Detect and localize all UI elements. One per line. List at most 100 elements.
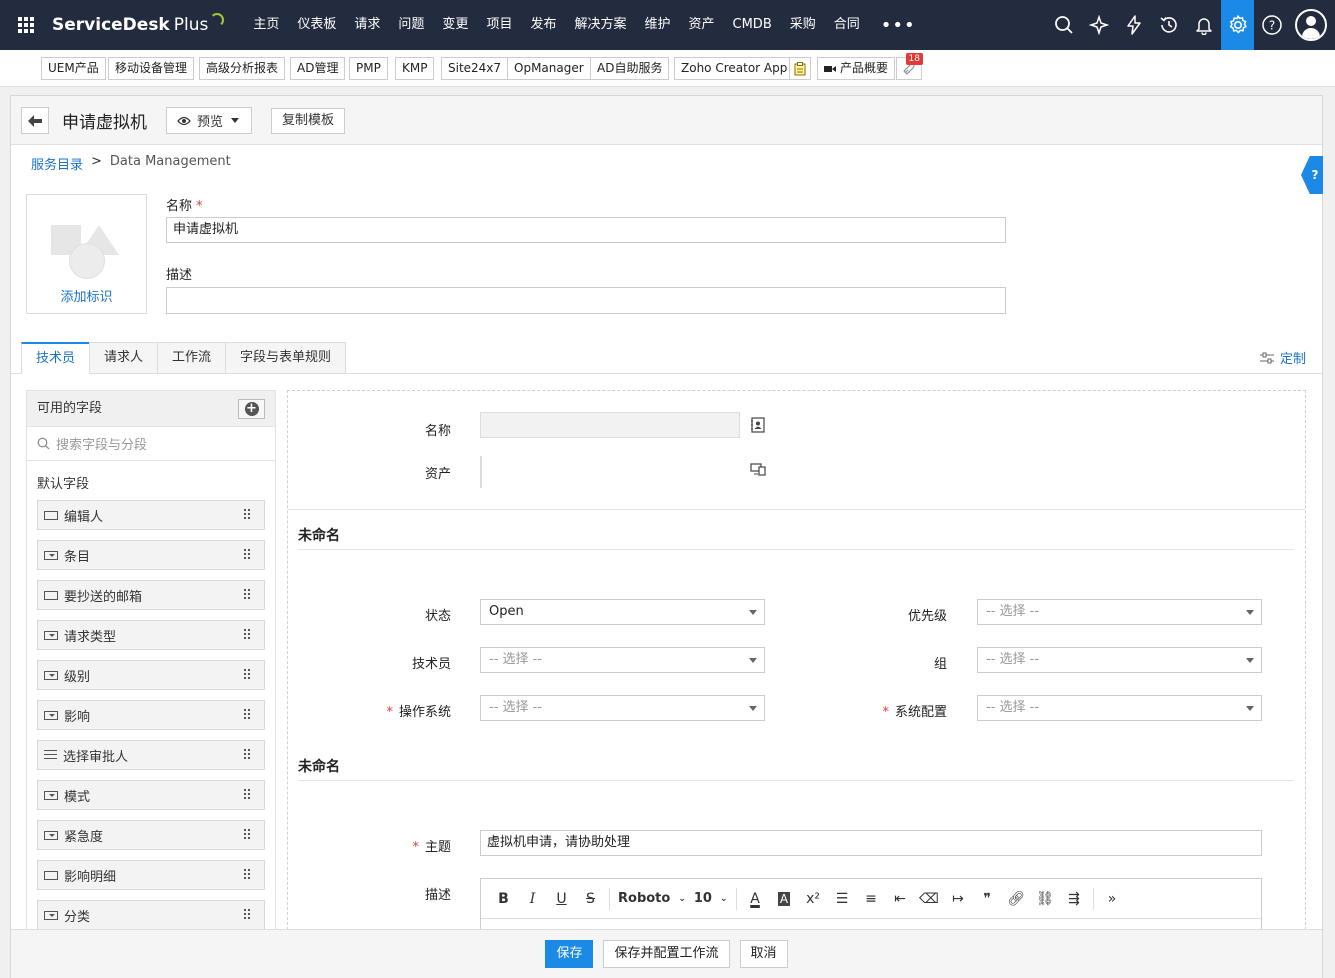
quote-icon[interactable]: ❞ [973, 884, 1002, 914]
text-direction-icon[interactable]: ↦ [944, 884, 973, 914]
tab-field-rules[interactable]: 字段与表单规则 [225, 342, 347, 374]
description-editor[interactable]: B I U S Roboto ⌄ 10 ⌄ A A x² ☰ ≡ ⇤ ⌫ ↦ ❞ 🔗… [480, 878, 1262, 929]
bell-icon[interactable] [1186, 0, 1221, 50]
subject-input[interactable]: 虚拟机申请，请协助处理 [480, 830, 1262, 856]
nav-item[interactable]: 解决方案 [565, 0, 635, 50]
contact-card-icon[interactable] [750, 417, 766, 433]
product-link[interactable]: PMP [349, 57, 388, 80]
drag-handle-icon[interactable] [244, 549, 250, 559]
save-button[interactable]: 保存 [545, 940, 594, 968]
help-icon[interactable]: ? [1254, 0, 1289, 50]
strikethrough-icon[interactable]: S [576, 884, 605, 914]
bold-icon[interactable]: B [489, 884, 518, 914]
search-icon[interactable] [1046, 0, 1081, 50]
drag-handle-icon[interactable] [244, 669, 250, 679]
preview-button[interactable]: 预览 [166, 107, 252, 134]
tab-technician[interactable]: 技术员 [21, 342, 91, 374]
available-field-item[interactable]: 请求类型 [37, 620, 265, 650]
product-link[interactable]: AD管理 [290, 57, 346, 80]
drag-handle-icon[interactable] [244, 869, 250, 879]
product-link[interactable]: KMP [395, 57, 435, 80]
user-avatar[interactable] [1295, 9, 1327, 41]
drag-handle-icon[interactable] [244, 789, 250, 799]
nav-item[interactable]: 问题 [389, 0, 433, 50]
rocket-icon[interactable]: 18 [896, 53, 923, 80]
priority-select[interactable]: -- 选择 -- [977, 599, 1262, 625]
template-logo-box[interactable]: 添加标识 [26, 194, 147, 314]
more-tools-icon[interactable]: » [1098, 884, 1127, 914]
add-logo-link[interactable]: 添加标识 [27, 286, 146, 305]
available-field-item[interactable]: 影响 [37, 700, 265, 730]
available-field-item[interactable]: 选择审批人 [37, 740, 265, 770]
drag-handle-icon[interactable] [244, 509, 250, 519]
status-select[interactable]: Open [480, 599, 765, 625]
nav-item[interactable]: 采购 [781, 0, 825, 50]
drag-handle-icon[interactable] [244, 749, 250, 759]
available-field-item[interactable]: 编辑人 [37, 500, 265, 530]
cancel-button[interactable]: 取消 [739, 940, 788, 968]
available-field-item[interactable]: 分类 [37, 900, 265, 929]
product-link[interactable]: 移动设备管理 [108, 57, 195, 80]
field-search-input[interactable]: 搜索字段与分段 [27, 427, 275, 461]
customize-button[interactable]: 定制 [1259, 348, 1306, 367]
drag-handle-icon[interactable] [244, 909, 250, 919]
drag-handle-icon[interactable] [244, 829, 250, 839]
available-field-item[interactable]: 紧急度 [37, 820, 265, 850]
product-link[interactable]: Zoho Creator App [674, 57, 795, 80]
template-desc-input[interactable] [166, 287, 1006, 314]
font-color-icon[interactable]: A [741, 884, 770, 914]
link-icon[interactable]: 🔗︎ [1002, 884, 1031, 914]
add-field-button[interactable]: + [238, 399, 265, 419]
breadcrumb-service-catalog[interactable]: 服务目录 [31, 154, 83, 173]
italic-icon[interactable]: I [518, 884, 547, 914]
asset-field-input[interactable] [480, 456, 482, 488]
lightning-icon[interactable] [1116, 0, 1151, 50]
app-logo[interactable]: ServiceDesk Plus [52, 13, 225, 35]
save-and-configure-workflow-button[interactable]: 保存并配置工作流 [603, 940, 730, 968]
nav-item[interactable]: 合同 [825, 0, 869, 50]
technician-select[interactable]: -- 选择 -- [480, 647, 765, 673]
drag-handle-icon[interactable] [244, 709, 250, 719]
notes-icon[interactable] [789, 57, 811, 80]
help-side-tab[interactable]: ? [1301, 156, 1323, 194]
highlight-color-icon[interactable]: A [770, 884, 799, 914]
tab-requester[interactable]: 请求人 [89, 342, 159, 374]
nav-item[interactable]: 资产 [680, 0, 724, 50]
available-field-item[interactable]: 模式 [37, 780, 265, 810]
nav-item[interactable]: 维护 [635, 0, 679, 50]
font-family-select[interactable]: Roboto ⌄ [614, 884, 690, 914]
os-select[interactable]: -- 选择 -- [480, 695, 765, 721]
nav-item[interactable]: 项目 [477, 0, 521, 50]
asset-devices-icon[interactable] [750, 461, 766, 477]
product-link[interactable]: OpManager [507, 57, 591, 80]
sysconfig-select[interactable]: -- 选择 -- [977, 695, 1262, 721]
nav-more-button[interactable]: ••• [869, 15, 928, 36]
format-icon[interactable]: ⇶ [1060, 884, 1089, 914]
available-field-item[interactable]: 条目 [37, 540, 265, 570]
nav-item[interactable]: 主页 [244, 0, 288, 50]
list-icon[interactable]: ≡ [857, 884, 886, 914]
product-link[interactable]: UEM产品 [41, 57, 106, 80]
tab-workflow[interactable]: 工作流 [157, 342, 227, 374]
drag-handle-icon[interactable] [244, 629, 250, 639]
drag-handle-icon[interactable] [244, 589, 250, 599]
font-size-select[interactable]: 10 ⌄ [690, 884, 732, 914]
eraser-icon[interactable]: ⌫ [915, 884, 944, 914]
underline-icon[interactable]: U [547, 884, 576, 914]
product-overview-button[interactable]: 产品概要 [817, 57, 896, 80]
product-link[interactable]: Site24x7 [441, 57, 509, 80]
history-icon[interactable] [1151, 0, 1186, 50]
nav-item[interactable]: 发布 [521, 0, 565, 50]
available-field-item[interactable]: 要抄送的邮箱 [37, 580, 265, 610]
group-select[interactable]: -- 选择 -- [977, 647, 1262, 673]
product-link[interactable]: 高级分析报表 [199, 57, 286, 80]
available-field-item[interactable]: 级别 [37, 660, 265, 690]
unlink-icon[interactable]: ⛓ [1031, 884, 1060, 914]
requester-field-input[interactable] [480, 412, 740, 438]
align-icon[interactable]: ☰ [828, 884, 857, 914]
gear-icon[interactable] [1221, 0, 1254, 50]
indent-icon[interactable]: ⇤ [886, 884, 915, 914]
template-name-input[interactable]: 申请虚拟机 [166, 217, 1006, 243]
nav-item[interactable]: 请求 [345, 0, 389, 50]
zia-icon[interactable] [1081, 0, 1116, 50]
